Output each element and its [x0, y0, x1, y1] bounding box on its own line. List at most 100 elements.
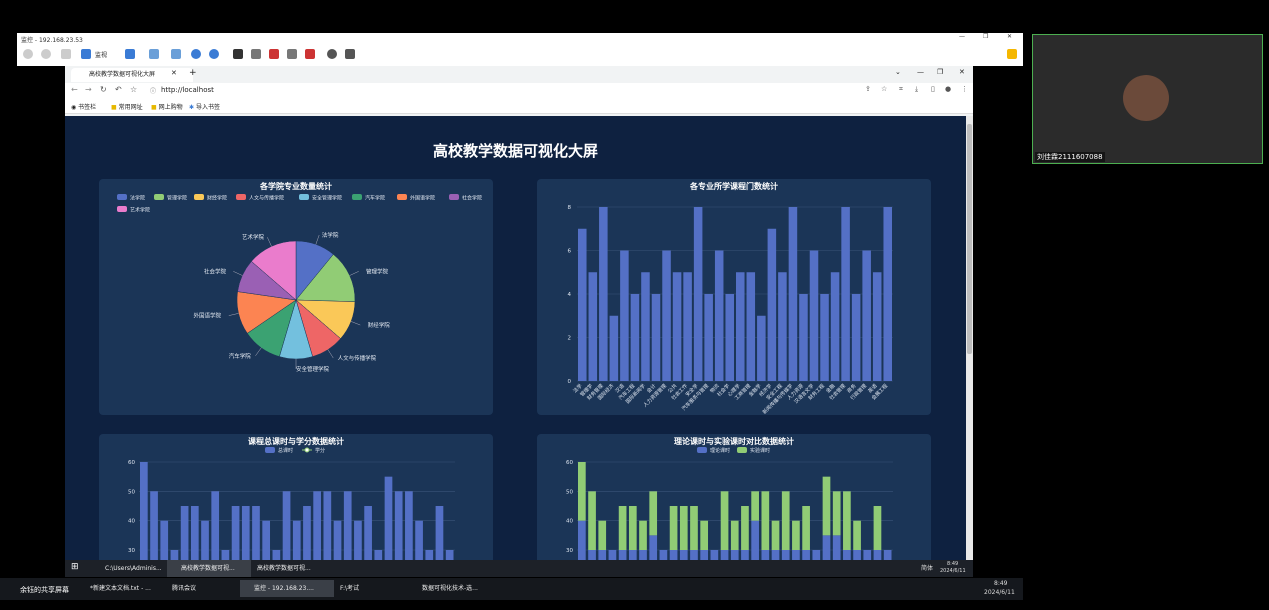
browser-maximize-button[interactable]: ❐	[937, 68, 943, 76]
screen-icon[interactable]	[233, 49, 243, 59]
ime-label[interactable]: 简体	[921, 563, 933, 572]
tab-close-icon[interactable]: ✕	[171, 69, 177, 77]
legend-swatch	[697, 447, 707, 453]
broadcast-icon[interactable]	[269, 49, 279, 59]
headset-icon[interactable]	[327, 49, 337, 59]
bookmark-item[interactable]: ■ 网上购物	[151, 102, 183, 111]
new-tab-button[interactable]: +	[189, 68, 197, 78]
bar-theory	[863, 550, 872, 560]
bar	[333, 520, 342, 560]
monitor-label[interactable]: 监视	[95, 50, 107, 59]
bar-theory	[639, 550, 647, 560]
bar	[746, 272, 756, 381]
taskbar-item-browser2[interactable]: 高校教学数据可视...	[243, 560, 327, 577]
browser-minimize-button[interactable]: —	[917, 68, 924, 76]
bar	[374, 550, 383, 560]
y-tick-label: 30	[128, 548, 135, 554]
taskbar-item-chrome[interactable]: 高校教学数据可视...	[167, 560, 251, 577]
bar-practice	[853, 520, 861, 550]
windows-start-icon[interactable]: ⊞	[71, 562, 79, 572]
network-icon[interactable]	[149, 49, 159, 59]
bookmark-item[interactable]: ◉ 书签栏	[71, 102, 96, 111]
apps-icon[interactable]	[1007, 49, 1017, 59]
star-icon[interactable]: ☆	[130, 85, 137, 94]
user-icon[interactable]	[125, 49, 135, 59]
sidebar-icon[interactable]: ▯	[931, 85, 935, 93]
reload-icon[interactable]: ↻	[100, 85, 107, 94]
bar	[445, 550, 454, 560]
back-arrow-icon[interactable]: ←	[71, 85, 78, 94]
taskbar-item-exam-folder[interactable]: F:\考试	[326, 580, 416, 597]
bar	[641, 272, 650, 381]
browser-window: 高校教学数据可视化大屏 ✕ + ⌄ — ❐ ✕ ← → ↻ ↶ ☆ ⓘ http…	[65, 66, 973, 116]
bar-practice	[843, 491, 851, 550]
taskbar-item-excel[interactable]: 数据可视化技术-选...	[408, 580, 502, 597]
profile-icon[interactable]: ●	[945, 85, 951, 93]
redo-icon[interactable]	[209, 49, 219, 59]
bar	[425, 550, 434, 560]
bar	[221, 550, 230, 560]
course-count-chart: 02468法学管理学财务管理国际经济 汉语汽车工程国际新闻学 会计人力资源管理 公共社…	[568, 205, 893, 415]
microphone-icon[interactable]	[345, 49, 355, 59]
minimize-button[interactable]: —	[959, 33, 965, 40]
bookmark-item[interactable]: ■ 常用网址	[111, 102, 143, 111]
page-scrollbar[interactable]	[966, 116, 973, 560]
undo-arrow-icon[interactable]: ↶	[115, 85, 122, 94]
legend-label: 汽车学院	[365, 195, 385, 202]
bar-theory	[690, 550, 698, 560]
bar	[211, 491, 220, 560]
menu-icon[interactable]: ⋮	[961, 85, 968, 93]
monitor-user-icon[interactable]	[81, 49, 91, 59]
remote-control-window: 监控 - 192.168.23.53 — ❐ ✕ 监视	[17, 33, 1023, 66]
hours-credits-panel: 课程总课时与学分数据统计 总课时 学分 30 40 50 60	[99, 434, 493, 560]
download-icon[interactable]: ⤓	[915, 85, 918, 94]
taskbar-item-meeting[interactable]: 腾讯会议	[158, 580, 248, 597]
remote-taskbar: ⊞ C:\Users\Adminis... 高校教学数据可视... 高校教学数据…	[65, 560, 973, 577]
legend-label: 艺术学院	[130, 207, 150, 214]
tab-search-icon[interactable]: ⌄	[895, 68, 901, 76]
share-icon[interactable]	[171, 49, 181, 59]
url-field[interactable]: http://localhost	[161, 86, 214, 94]
pen-icon[interactable]	[251, 49, 261, 59]
bookmark-star-icon[interactable]: ☆	[881, 85, 887, 93]
bar-theory	[669, 550, 678, 560]
bar-theory	[741, 550, 749, 560]
taskbar-item-notepad[interactable]: *新建文本文档.txt - ...	[76, 580, 166, 597]
share-page-icon[interactable]: ⇪	[865, 85, 871, 93]
bar	[201, 520, 209, 560]
bar	[303, 506, 311, 560]
bar-theory	[771, 550, 780, 560]
remote-titlebar: 监控 - 192.168.23.53 — ❐ ✕	[17, 33, 1023, 45]
bar	[180, 506, 189, 560]
bar-theory	[883, 550, 892, 560]
bar-practice	[761, 491, 770, 550]
lock-screen-icon[interactable]	[305, 49, 315, 59]
bar-practice	[679, 506, 688, 550]
bar	[630, 294, 640, 381]
display-icon[interactable]	[287, 49, 297, 59]
forward-icon[interactable]	[41, 49, 51, 59]
taskbar-item-explorer[interactable]: C:\Users\Adminis...	[91, 560, 175, 577]
bar	[725, 294, 734, 381]
scrollbar-thumb[interactable]	[967, 124, 972, 354]
maximize-button[interactable]: ❐	[983, 33, 988, 40]
remote-toolbar: 监视	[17, 47, 1023, 65]
play-icon[interactable]	[61, 49, 71, 59]
forward-arrow-icon[interactable]: →	[85, 85, 92, 94]
bar	[282, 491, 291, 560]
taskbar-item-monitor[interactable]: 监控 - 192.168.23....	[240, 580, 334, 597]
back-icon[interactable]	[23, 49, 33, 59]
bar-theory	[730, 550, 739, 560]
close-button[interactable]: ✕	[1007, 33, 1012, 40]
browser-close-button[interactable]: ✕	[959, 68, 965, 76]
bar-theory	[710, 550, 719, 560]
crop-icon[interactable]: ⌗	[899, 85, 903, 94]
undo-icon[interactable]	[191, 49, 201, 59]
y-tick-label: 50	[128, 489, 135, 495]
bookmark-item[interactable]: ✱ 导入书签	[189, 102, 220, 111]
bar	[883, 207, 892, 381]
bar-practice	[781, 491, 790, 550]
info-icon: ⓘ	[150, 88, 157, 95]
bar-theory	[659, 550, 668, 560]
inner-clock-time: 8:49	[947, 561, 959, 567]
